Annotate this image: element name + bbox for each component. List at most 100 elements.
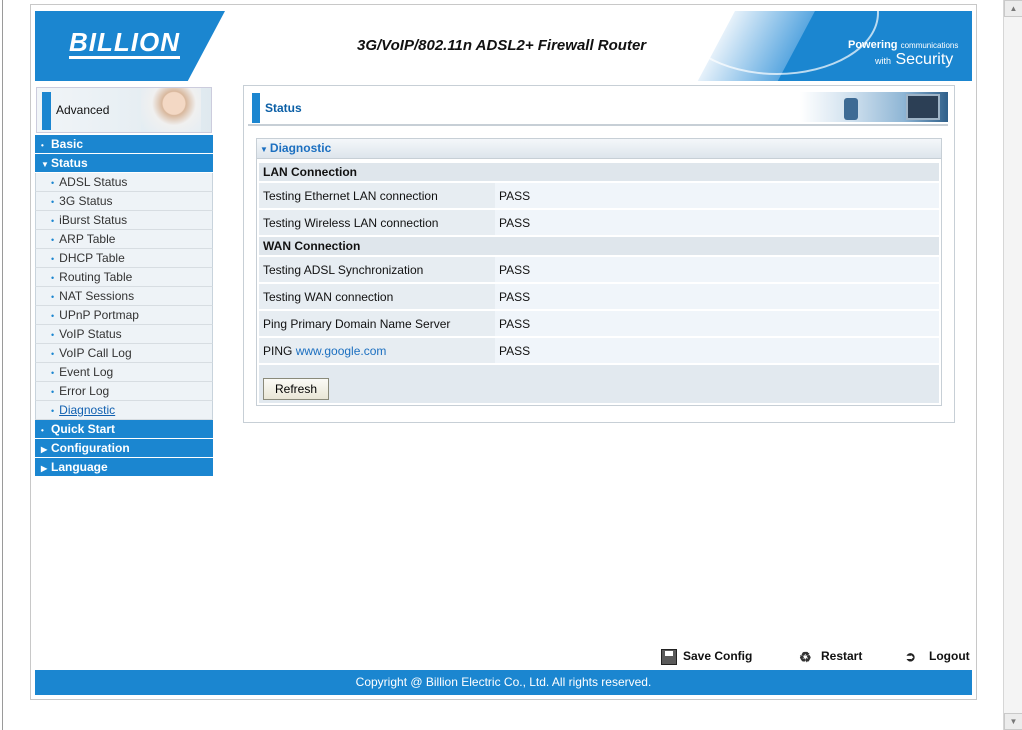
test-result: PASS: [495, 311, 939, 336]
bullet-icon: •: [41, 141, 44, 150]
advanced-photo-image: [141, 88, 201, 132]
vertical-scrollbar[interactable]: ▲ ▼: [1003, 0, 1022, 730]
scroll-down-icon[interactable]: ▼: [1004, 713, 1022, 730]
diagnostic-header[interactable]: ▼ Diagnostic: [257, 139, 941, 159]
sidebar-item-label: VoIP Call Log: [59, 346, 132, 360]
bullet-icon: •: [51, 178, 55, 188]
status-panel: Status ▼ Diagnostic LAN Connection Testin…: [243, 85, 955, 423]
sidebar-item-label: Routing Table: [59, 270, 133, 284]
tagline-security: with Security: [875, 51, 953, 69]
table-row: PING www.google.com PASS: [259, 338, 939, 363]
tagline-with: with: [875, 56, 892, 66]
test-label: Ping Primary Domain Name Server: [259, 311, 495, 336]
tagline-powering: Powering communications: [848, 39, 958, 51]
sidebar-item-3g-status[interactable]: • 3G Status: [35, 192, 213, 211]
test-result: PASS: [495, 183, 939, 208]
button-row: Refresh: [259, 365, 939, 403]
tagline-communications: communications: [900, 41, 959, 50]
sidebar-item-basic[interactable]: • Basic: [35, 135, 213, 154]
refresh-button[interactable]: Refresh: [263, 378, 329, 400]
table-row: Testing WAN connection PASS: [259, 284, 939, 309]
sidebar-nav: • Basic ▼ Status • ADSL Status • 3G Status •…: [35, 135, 213, 477]
table-row: Testing ADSL Synchronization PASS: [259, 257, 939, 282]
test-label: Testing Ethernet LAN connection: [259, 183, 495, 208]
sidebar-item-label: ARP Table: [59, 232, 116, 246]
page-left-border: [2, 0, 3, 730]
sidebar-item-dhcp-table[interactable]: • DHCP Table: [35, 249, 213, 268]
bullet-icon: •: [51, 349, 55, 359]
google-ping-link[interactable]: www.google.com: [296, 344, 387, 358]
advanced-label: Advanced: [56, 103, 110, 117]
sidebar-item-error-log[interactable]: • Error Log: [35, 382, 213, 401]
sidebar-item-label: iBurst Status: [59, 213, 128, 227]
test-label: Testing ADSL Synchronization: [259, 257, 495, 282]
copyright-footer: Copyright @ Billion Electric Co., Ltd. A…: [35, 670, 972, 695]
test-label: Testing Wireless LAN connection: [259, 210, 495, 235]
sidebar-item-upnp-portmap[interactable]: • UPnP Portmap: [35, 306, 213, 325]
bullet-icon: •: [51, 273, 55, 283]
diagnostic-section: ▼ Diagnostic LAN Connection Testing Ether…: [256, 138, 942, 406]
triangle-down-icon: ▼: [41, 160, 49, 169]
sidebar-item-label: Error Log: [59, 384, 110, 398]
monitor-shape: [906, 94, 940, 120]
bullet-icon: •: [51, 216, 55, 226]
wan-section-title: WAN Connection: [259, 237, 939, 255]
logout-label: Logout: [929, 649, 970, 663]
test-result: PASS: [495, 210, 939, 235]
sidebar-item-voip-call-log[interactable]: • VoIP Call Log: [35, 344, 213, 363]
bullet-icon: •: [51, 197, 55, 207]
router-web-frame: BILLION 3G/VoIP/802.11n ADSL2+ Firewall …: [30, 4, 977, 700]
save-config-label: Save Config: [683, 649, 753, 664]
bullet-icon: •: [51, 368, 55, 378]
scroll-up-icon[interactable]: ▲: [1004, 0, 1022, 17]
table-section-row: WAN Connection: [259, 237, 939, 255]
floppy-disk-icon: [661, 649, 677, 665]
sidebar-item-arp-table[interactable]: • ARP Table: [35, 230, 213, 249]
sidebar-item-label: UPnP Portmap: [59, 308, 139, 322]
billion-logo: BILLION: [69, 27, 180, 59]
panel-header: Status: [248, 90, 948, 126]
ping-label: PING www.google.com: [259, 338, 495, 363]
bullet-icon: •: [51, 387, 55, 397]
logout-button[interactable]: ➲ Logout: [905, 649, 970, 664]
table-section-row: LAN Connection: [259, 163, 939, 181]
sidebar-item-nat-sessions[interactable]: • NAT Sessions: [35, 287, 213, 306]
sidebar-item-status[interactable]: ▼ Status: [35, 154, 213, 173]
triangle-right-icon: ▶: [41, 464, 48, 473]
chair-shape: [844, 98, 858, 120]
sidebar-item-label: Configuration: [51, 441, 130, 455]
save-config-button[interactable]: Save Config: [661, 649, 752, 665]
sidebar-item-voip-status[interactable]: • VoIP Status: [35, 325, 213, 344]
triangle-right-icon: ▶: [41, 445, 48, 454]
page-title: Status: [265, 101, 302, 115]
triangle-down-icon: ▼: [260, 145, 268, 154]
restart-icon: ♻: [799, 648, 812, 665]
sidebar-item-event-log[interactable]: • Event Log: [35, 363, 213, 382]
sidebar-item-adsl-status[interactable]: • ADSL Status: [35, 173, 213, 192]
sidebar-item-label: Diagnostic: [59, 403, 116, 417]
table-row: Testing Ethernet LAN connection PASS: [259, 183, 939, 208]
sidebar-item-label: Language: [51, 460, 108, 474]
sidebar-item-label: ADSL Status: [59, 175, 128, 189]
sidebar-item-label: DHCP Table: [59, 251, 125, 265]
sidebar-item-iburst-status[interactable]: • iBurst Status: [35, 211, 213, 230]
logout-door-icon: ➲: [905, 648, 916, 664]
product-title: 3G/VoIP/802.11n ADSL2+ Firewall Router: [357, 37, 647, 54]
sidebar-item-routing-table[interactable]: • Routing Table: [35, 268, 213, 287]
table-row: Ping Primary Domain Name Server PASS: [259, 311, 939, 336]
sidebar-item-language[interactable]: ▶ Language: [35, 458, 213, 477]
sidebar-item-label: Basic: [51, 137, 84, 151]
sidebar-item-diagnostic[interactable]: • Diagnostic: [35, 401, 213, 420]
test-result: PASS: [495, 257, 939, 282]
restart-button[interactable]: ♻ Restart: [799, 649, 862, 664]
bullet-icon: •: [51, 235, 55, 245]
tagline-powering-bold: Powering: [848, 39, 898, 51]
diagnostic-heading: Diagnostic: [269, 141, 332, 155]
advanced-accent-bar: [42, 92, 51, 130]
sidebar-item-configuration[interactable]: ▶ Configuration: [35, 439, 213, 458]
sidebar-item-label: Quick Start: [51, 422, 116, 436]
sidebar-item-quick-start[interactable]: • Quick Start: [35, 420, 213, 439]
office-banner-image: [800, 92, 948, 122]
test-result: PASS: [495, 338, 939, 363]
diagnostic-table: LAN Connection Testing Ethernet LAN conn…: [259, 161, 939, 365]
